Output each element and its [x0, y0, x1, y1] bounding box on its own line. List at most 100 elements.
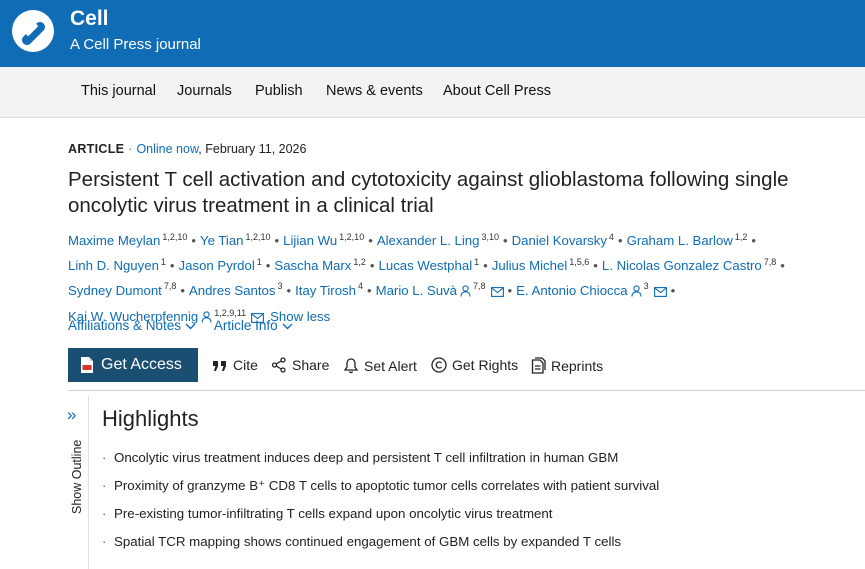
author-name-link[interactable]: Maxime Meylan: [68, 233, 160, 248]
affiliation-superscript: 1,2: [734, 232, 748, 242]
nav-publish[interactable]: Publish: [255, 83, 303, 99]
author-separator: •: [503, 233, 508, 249]
affiliation-superscript: 1,5,6: [569, 256, 590, 267]
author-separator: •: [169, 258, 175, 274]
nav-this-journal[interactable]: This journal: [81, 83, 156, 99]
author-separator: •: [366, 282, 372, 298]
highlight-item: Pre-existing tumor-infiltrating T cells …: [102, 504, 659, 532]
author-separator: •: [617, 233, 623, 249]
nav-news-events[interactable]: News & events: [326, 83, 423, 99]
affiliation-superscript: 1,2,9,11: [214, 308, 247, 319]
article-details-links: Affiliations & Notes Article Info: [68, 318, 293, 333]
affiliation-superscript: 1,2,10: [245, 232, 271, 242]
affiliation-superscript: 4: [357, 281, 363, 292]
pdf-icon: [81, 357, 93, 373]
author-name-link[interactable]: Andres Santos: [189, 283, 276, 298]
get-access-button[interactable]: Get Access: [68, 348, 198, 382]
affiliation-superscript: 3: [643, 281, 649, 292]
author-separator: •: [593, 258, 598, 274]
set-alert-button[interactable]: Set Alert: [343, 357, 417, 374]
highlight-item: Proximity of granzyme B⁺ CD8 T cells to …: [102, 476, 659, 504]
meta-separator: ·: [128, 142, 133, 156]
author-separator: •: [507, 282, 513, 298]
highlights-list: Oncolytic virus treatment induces deep a…: [102, 448, 659, 560]
author-entry: L. Nicolas Gonzalez Castro 7,8: [602, 256, 777, 273]
get-rights-button[interactable]: Get Rights: [431, 357, 518, 373]
get-rights-label: Get Rights: [452, 357, 519, 373]
affiliations-notes-toggle[interactable]: Affiliations & Notes: [68, 318, 196, 333]
author-name-link[interactable]: Julius Michel: [492, 258, 568, 273]
email-icon[interactable]: [653, 283, 667, 303]
author-entry: Itay Tirosh 4: [295, 281, 363, 298]
author-entry: Ye Tian 1,2,10: [200, 232, 271, 248]
author-separator: •: [369, 258, 375, 274]
nav-journals[interactable]: Journals: [177, 83, 232, 99]
cite-label: Cite: [233, 357, 258, 373]
article-title: Persistent T cell activation and cytotox…: [68, 168, 789, 217]
cite-button[interactable]: Cite: [212, 357, 258, 373]
author-name-link[interactable]: Graham L. Barlow: [627, 233, 733, 248]
affiliation-superscript: 1: [474, 256, 480, 267]
affiliation-superscript: 1,2,10: [339, 232, 365, 242]
author-name-link[interactable]: L. Nicolas Gonzalez Castro: [602, 258, 762, 273]
author-name-link[interactable]: E. Antonio Chiocca: [516, 283, 627, 298]
affiliation-superscript: 1: [256, 256, 262, 267]
author-entry: Julius Michel 1,5,6: [492, 256, 590, 273]
get-access-label: Get Access: [101, 356, 182, 373]
share-button[interactable]: Share: [271, 357, 329, 373]
author-entry: Linh D. Nguyen 1: [68, 257, 166, 273]
author-name-link[interactable]: Ye Tian: [200, 233, 244, 248]
journal-name[interactable]: Cell: [70, 7, 109, 31]
bell-icon: [343, 358, 359, 374]
author-name-link[interactable]: Sascha Marx: [274, 258, 351, 273]
author-name-link[interactable]: Daniel Kovarsky: [512, 233, 607, 248]
online-now-link[interactable]: Online now: [136, 142, 198, 156]
article-info-toggle[interactable]: Article Info: [214, 318, 293, 333]
main-nav: This journal Journals Publish News & eve…: [0, 67, 865, 118]
author-name-link[interactable]: Jason Pyrdol: [179, 258, 255, 273]
author-name-link[interactable]: Lijian Wu: [283, 233, 337, 248]
reprints-label: Reprints: [551, 358, 604, 374]
outline-divider: [88, 396, 89, 569]
reprints-button[interactable]: Reprints: [531, 357, 603, 374]
quote-icon: [213, 361, 226, 371]
email-icon[interactable]: [490, 283, 504, 303]
author-separator: •: [483, 258, 488, 274]
author-name-link[interactable]: Alexander L. Ling: [377, 233, 480, 248]
author-name-link[interactable]: Linh D. Nguyen: [68, 258, 159, 273]
author-separator: •: [368, 233, 373, 249]
author-entry: Maxime Meylan 1,2,10: [68, 232, 188, 248]
author-separator: •: [180, 282, 185, 298]
author-separator: •: [286, 282, 292, 298]
nav-about-cell-press[interactable]: About Cell Press: [443, 83, 551, 99]
journal-tagline: A Cell Press journal: [70, 36, 201, 53]
highlight-item: Spatial TCR mapping shows continued enga…: [102, 532, 659, 560]
affiliation-superscript: 7,8: [472, 281, 486, 292]
set-alert-label: Set Alert: [364, 358, 417, 374]
affiliation-superscript: 1,2: [353, 256, 366, 267]
document-icon: [531, 357, 546, 374]
affiliation-superscript: 7,8: [763, 256, 777, 267]
highlights-heading: Highlights: [102, 406, 199, 431]
author-name-link[interactable]: Mario L. Suvà: [376, 283, 457, 298]
affiliations-label: Affiliations & Notes: [68, 318, 182, 333]
toolbar-divider: [68, 390, 865, 391]
author-entry: Sascha Marx 1,2: [274, 256, 366, 273]
share-label: Share: [292, 357, 330, 373]
author-name-link[interactable]: Sydney Dumont: [68, 283, 162, 298]
author-entry: Daniel Kovarsky 4: [512, 232, 614, 248]
article-info-label: Article Info: [213, 318, 278, 333]
chevron-down-icon: [185, 323, 196, 330]
author-entry: Alexander L. Ling 3,10: [377, 232, 499, 248]
author-list: Maxime Meylan 1,2,10 • Ye Tian 1,2,10 • Lijian…: [68, 227, 863, 330]
author-name-link[interactable]: Itay Tirosh: [295, 283, 356, 298]
show-outline-toggle[interactable]: Show Outline: [70, 440, 84, 514]
author-entry: Lijian Wu 1,2,10: [283, 232, 365, 248]
affiliation-superscript: 4: [608, 232, 614, 242]
author-name-link[interactable]: Lucas Westphal: [379, 258, 473, 273]
author-separator: •: [265, 258, 271, 274]
cell-press-logo[interactable]: [9, 7, 57, 55]
affiliation-superscript: 1,2,10: [162, 232, 188, 242]
double-chevron-right-icon[interactable]: »: [67, 405, 76, 425]
chevron-down-icon: [282, 323, 293, 330]
